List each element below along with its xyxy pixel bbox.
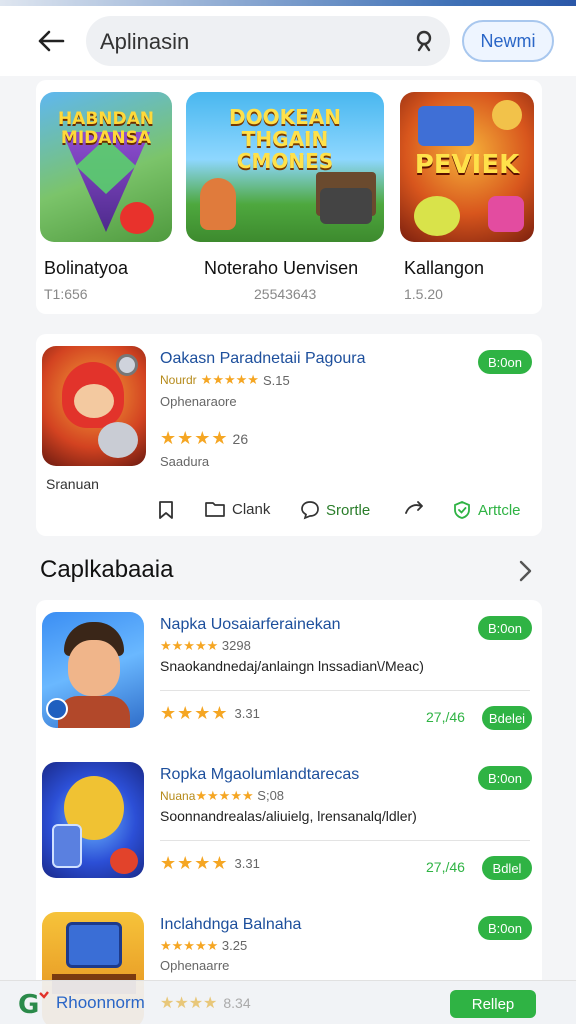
featured-name: Noteraho Uenvisen xyxy=(204,258,359,278)
app-title[interactable]: Napka Uosaiarferainekan xyxy=(160,616,341,634)
rating-value: 3.31 xyxy=(234,856,260,871)
rating-row: Nourdr ★★★★★ S.15 xyxy=(160,372,290,388)
star-rating-icon: ★★★★★ xyxy=(200,372,259,387)
rating-row-large: ★★★★ 3.31 xyxy=(160,703,260,724)
share-icon xyxy=(405,501,423,514)
featured-name: Bolinatyoa xyxy=(44,258,129,278)
divider xyxy=(160,840,530,841)
svg-text:G: G xyxy=(18,990,39,1017)
tag-text: Saadura xyxy=(160,454,210,469)
featured-carousel: HABNDAN MIDANSA Bolinatyoa T1:656 DOOKEA… xyxy=(36,80,542,314)
rating-source: Nourdr xyxy=(160,373,197,387)
bookmark-button[interactable] xyxy=(158,500,174,520)
rating-row: Nuana★★★★★ S;08 xyxy=(160,788,284,804)
featured-count: 1.5.20 xyxy=(404,286,443,302)
star-rating-icon: ★★★★ xyxy=(160,995,218,1012)
detail-badge[interactable]: Bdelei xyxy=(482,706,532,730)
install-badge[interactable]: B:0on xyxy=(478,766,532,790)
chevron-right-icon[interactable] xyxy=(514,558,536,584)
rating-value: 3298 xyxy=(221,638,251,653)
bottom-label: Rhoonnorm xyxy=(56,993,145,1012)
star-rating-icon: ★★★★★ xyxy=(160,938,219,953)
rating-value: S;08 xyxy=(257,788,285,803)
rating-row: ★★★★★ 3.25 xyxy=(160,938,247,954)
list-item[interactable]: Ropka Mgaolumlandtarecas Nuana★★★★★ S;08… xyxy=(36,750,542,890)
divider xyxy=(160,690,530,691)
featured-name: Kallangon xyxy=(404,258,485,278)
star-rating-icon: ★★★★ xyxy=(160,853,229,873)
app-icon[interactable] xyxy=(42,346,146,466)
action-label: Srortle xyxy=(326,501,371,519)
rating-row-large: ★★★★ 3.31 xyxy=(160,853,260,874)
bookmark-icon xyxy=(159,501,173,519)
category-text: Ophenaraore xyxy=(160,394,237,409)
article-button[interactable]: Arttcle xyxy=(452,500,521,520)
game-art-image: PEVIEK xyxy=(400,92,534,242)
star-rating-icon: ★★★★ xyxy=(160,703,229,723)
app-title[interactable]: Inclahdnga Balnaha xyxy=(160,916,301,934)
bottom-bar: G Rhoonnorm ★★★★ 8.34 Rellep xyxy=(0,980,576,1024)
search-icon[interactable] xyxy=(412,28,438,54)
install-badge[interactable]: B:0on xyxy=(478,616,532,640)
share-button[interactable] xyxy=(404,500,426,516)
store-logo-icon: G xyxy=(18,990,49,1017)
store-logo-button[interactable]: G Rhoonnorm xyxy=(18,989,145,1017)
search-input[interactable]: Aplinasin xyxy=(100,29,189,55)
game-art-image: HABNDAN MIDANSA xyxy=(40,92,172,242)
comment-button[interactable]: Srortle xyxy=(300,500,370,520)
app-list: Napka Uosaiarferainekan ★★★★★ 3298 Snaok… xyxy=(36,600,542,1024)
back-arrow-icon[interactable] xyxy=(34,24,68,58)
game-art-title: PEVIEK xyxy=(414,150,520,180)
game-art-title: HABNDAN MIDANSA xyxy=(57,109,155,148)
app-description: Soonnandrealas/aliuielg, lrensanalq/ldle… xyxy=(160,808,417,824)
app-icon[interactable] xyxy=(42,762,144,878)
rating-source: Nuana xyxy=(160,789,196,803)
star-rating-icon: ★★★★★ xyxy=(195,788,254,803)
shield-check-icon xyxy=(454,501,470,519)
action-label: Clank xyxy=(232,500,271,518)
star-rating-icon: ★★★★★ xyxy=(160,638,219,653)
game-art-title: DOOKEAN THGAIN CMONES xyxy=(229,105,341,173)
action-label: Arttcle xyxy=(478,501,521,519)
install-badge[interactable]: B:0on xyxy=(478,350,532,374)
app-description: Snaokandnedaj/anlaingn lnssadian\/Meac) xyxy=(160,658,424,674)
folder-icon xyxy=(205,502,225,517)
price-text: 27,/46 xyxy=(426,709,465,725)
rating-row-large: ★★★★ 26 xyxy=(160,428,248,449)
rating-value: S.15 xyxy=(262,372,290,388)
featured-item[interactable]: HABNDAN MIDANSA xyxy=(40,92,172,242)
rating-value: 8.34 xyxy=(223,995,251,1011)
clank-button[interactable]: Clank xyxy=(204,500,270,518)
price-text: 27,/46 xyxy=(426,859,465,875)
highlight-app-card: Oakasn Paradnetaii Pagoura Nourdr ★★★★★ … xyxy=(36,334,542,536)
game-art-image: DOOKEAN THGAIN CMONES xyxy=(186,92,384,242)
featured-item[interactable]: DOOKEAN THGAIN CMONES xyxy=(186,92,384,242)
app-subtitle: Sranuan xyxy=(46,476,99,492)
star-rating-icon: ★★★★ xyxy=(160,428,229,448)
rating-row: ★★★★★ 3298 xyxy=(160,638,251,654)
bottom-rating: ★★★★ 8.34 xyxy=(160,993,251,1013)
app-category: Ophenaarre xyxy=(160,958,230,973)
list-item[interactable]: Napka Uosaiarferainekan ★★★★★ 3298 Snaok… xyxy=(36,600,542,740)
app-title[interactable]: Oakasn Paradnetaii Pagoura xyxy=(160,350,365,368)
section-title: Caplkabaaia xyxy=(40,556,174,583)
comment-icon xyxy=(301,501,319,520)
app-title[interactable]: Ropka Mgaolumlandtarecas xyxy=(160,766,359,784)
featured-count: T1:656 xyxy=(44,286,88,302)
featured-count: 25543643 xyxy=(254,286,317,302)
header: Aplinasin Newmi xyxy=(0,6,576,76)
detail-badge[interactable]: Bdlel xyxy=(482,856,532,880)
rating-value: 3.31 xyxy=(234,706,260,721)
install-badge[interactable]: B:0on xyxy=(478,916,532,940)
featured-item[interactable]: PEVIEK xyxy=(400,92,534,242)
app-page: Aplinasin Newmi HABNDAN MIDANSA Bolinaty… xyxy=(0,0,576,1024)
app-icon[interactable] xyxy=(42,612,144,728)
rating-value: 26 xyxy=(232,430,249,447)
rating-value: 3.25 xyxy=(221,938,248,953)
action-row: Clank Srortle Arttcle xyxy=(156,496,536,526)
reply-button[interactable]: Rellep xyxy=(450,990,536,1018)
search-bar[interactable]: Aplinasin xyxy=(86,16,450,66)
new-button[interactable]: Newmi xyxy=(462,20,554,62)
